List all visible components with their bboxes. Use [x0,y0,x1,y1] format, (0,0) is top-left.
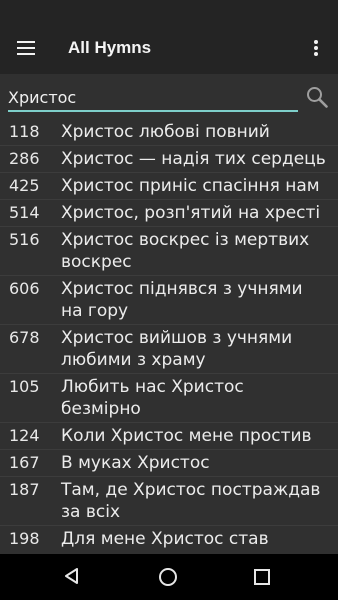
hymn-title: Христос піднявся з учнями на гору [61,279,303,321]
hymn-list-item[interactable]: 516 Христос воскрес із мертвих воскрес [0,226,338,275]
hymn-title: Христос, розп'ятий на хресті [61,203,321,223]
hymn-number: 286 [9,149,40,168]
hymn-number: 516 [9,230,40,249]
recents-icon[interactable] [254,569,270,585]
hymn-list-item[interactable]: 514 Христос, розп'ятий на хресті [0,199,338,226]
back-icon[interactable] [64,568,80,584]
hymn-title: Христос — надія тих сердець [61,149,326,169]
hamburger-menu-icon[interactable] [17,41,35,55]
hymn-list-item[interactable]: 118 Христос любові повний [0,119,338,145]
hymn-title: Коли Христос мене простив [61,426,312,446]
search-input[interactable] [8,84,298,112]
hymn-title: В муках Христос [61,453,210,473]
hymn-list-item[interactable]: 286 Христос — надія тих сердець [0,145,338,172]
hymn-number: 678 [9,328,40,347]
hymn-title: Там, де Христос постраждав за всіх [61,480,321,522]
hymn-number: 105 [9,377,40,396]
search-bar [0,74,338,118]
hymn-number: 124 [9,426,40,445]
hymn-title: Любить нас Христос безмірно [61,377,244,419]
hymn-number: 606 [9,279,40,298]
hymn-title: Христос любові повний [61,122,270,142]
hymn-title: Христос приніс спасіння нам [61,176,320,196]
hymn-list-item[interactable]: 124 Коли Христос мене простив [0,422,338,449]
hymn-list-item[interactable]: 105 Любить нас Христос безмірно [0,373,338,422]
hymn-title: Христос вийшов з учнями любими з храму [61,328,293,370]
search-icon[interactable] [306,86,328,108]
hymn-title: Христос воскрес із мертвих воскрес [61,230,310,272]
home-icon[interactable] [159,568,177,586]
page-title: All Hymns [68,38,152,57]
hymn-list-item[interactable]: 425 Христос приніс спасіння нам [0,172,338,199]
hymn-list-item[interactable]: 167 В муках Христос [0,449,338,476]
hymn-list: 118 Христос любові повний 286 Христос — над… [0,119,338,574]
hymn-list-item[interactable]: 678 Христос вийшов з учнями любими з храм… [0,324,338,373]
more-options-icon[interactable] [314,40,318,56]
hymn-number: 425 [9,176,40,195]
hymn-number: 167 [9,453,40,472]
hymn-number: 118 [9,122,40,141]
hymn-number: 187 [9,480,40,499]
app-bar: All Hymns [0,0,338,74]
hymn-list-item[interactable]: 187 Там, де Христос постраждав за всіх [0,476,338,525]
hymn-number: 514 [9,203,40,222]
hymn-list-item[interactable]: 606 Христос піднявся з учнями на гору [0,275,338,324]
